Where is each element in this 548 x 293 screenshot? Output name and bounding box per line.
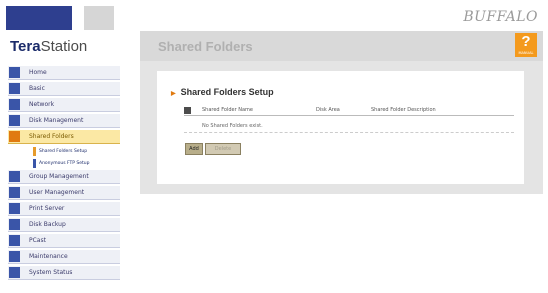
sidebar-item-group-management[interactable]: Group Management — [8, 170, 120, 184]
section-title: ▶ Shared Folders Setup — [171, 87, 274, 97]
help-icon: ? — [521, 33, 531, 50]
table-header: Shared Folder Name Disk Area Shared Fold… — [184, 105, 514, 116]
maintenance-icon — [9, 251, 20, 262]
sidebar-item-label: System Status — [29, 269, 73, 276]
sidebar-item-home[interactable]: Home — [8, 66, 120, 80]
sidebar-item-user-management[interactable]: User Management — [8, 186, 120, 200]
sidebar-subitem-label: Shared Folders Setup — [39, 148, 88, 154]
add-button[interactable]: Add — [185, 143, 203, 155]
help-label: MANUAL — [518, 51, 534, 55]
column-header-name: Shared Folder Name — [202, 107, 253, 113]
sidebar-item-label: Print Server — [29, 205, 65, 212]
sidebar-item-basic[interactable]: Basic — [8, 82, 120, 96]
help-button[interactable]: ? MANUAL — [515, 33, 537, 57]
home-icon — [9, 67, 20, 78]
sidebar-subitem-shared-folders-setup[interactable]: Shared Folders Setup — [33, 146, 120, 156]
disk-icon — [9, 115, 20, 126]
group-icon — [9, 171, 20, 182]
sidebar-item-label: Maintenance — [29, 253, 68, 260]
subitem-marker — [33, 146, 36, 156]
sidebar-item-label: Shared Folders — [29, 133, 74, 140]
logo-graphic — [6, 6, 114, 30]
logo: TeraStation — [10, 38, 87, 55]
brand-logo: BUFFALO — [463, 9, 538, 25]
sidebar-item-label: Disk Management — [29, 117, 84, 124]
section-title-text: Shared Folders Setup — [180, 87, 274, 97]
column-header-disk-area: Disk Area — [316, 107, 340, 113]
logo-bold: Tera — [10, 38, 41, 55]
sidebar-item-print-server[interactable]: Print Server — [8, 202, 120, 216]
sidebar-subitem-anonymous-ftp-setup[interactable]: Anonymous FTP Setup — [33, 158, 120, 168]
title-bar: Shared Folders ? MANUAL — [140, 31, 543, 61]
sidebar-item-label: PCast — [29, 237, 46, 244]
page-title: Shared Folders — [158, 39, 253, 54]
sidebar-item-label: Network — [29, 101, 55, 108]
printer-icon — [9, 203, 20, 214]
sidebar-item-disk-management[interactable]: Disk Management — [8, 114, 120, 128]
delete-button[interactable]: Delete — [205, 143, 241, 155]
sidebar-item-label: User Management — [29, 189, 85, 196]
empty-message: No Shared Folders exist. — [202, 123, 263, 129]
sidebar-item-system-status[interactable]: System Status — [8, 266, 120, 280]
backup-icon — [9, 219, 20, 230]
network-icon — [9, 99, 20, 110]
sidebar-item-shared-folders[interactable]: Shared Folders — [8, 130, 120, 144]
logo-square-gray — [84, 6, 114, 30]
select-all-checkbox[interactable] — [184, 106, 191, 114]
sidebar-item-disk-backup[interactable]: Disk Backup — [8, 218, 120, 232]
column-header-description: Shared Folder Description — [371, 107, 436, 113]
sidebar-item-network[interactable]: Network — [8, 98, 120, 112]
sidebar-subitem-label: Anonymous FTP Setup — [39, 160, 90, 166]
sidebar-item-label: Group Management — [29, 173, 89, 180]
folder-icon — [9, 131, 20, 142]
sidebar-item-label: Home — [29, 69, 47, 76]
sidebar: TeraStation Home Basic Network Disk Mana… — [0, 0, 123, 293]
user-icon — [9, 187, 20, 198]
triangle-icon: ▶ — [171, 91, 176, 97]
sidebar-item-label: Basic — [29, 85, 45, 92]
row-divider — [184, 132, 514, 133]
basic-icon — [9, 83, 20, 94]
status-icon — [9, 267, 20, 278]
sidebar-item-label: Disk Backup — [29, 221, 66, 228]
sidebar-item-pcast[interactable]: PCast — [8, 234, 120, 248]
sidebar-nav: Home Basic Network Disk Management Share… — [8, 66, 120, 282]
pcast-icon — [9, 235, 20, 246]
sidebar-item-maintenance[interactable]: Maintenance — [8, 250, 120, 264]
subitem-marker — [33, 158, 36, 168]
logo-rest: Station — [40, 38, 88, 55]
shared-folders-panel: ▶ Shared Folders Setup Shared Folder Name… — [157, 71, 524, 184]
logo-square-blue — [6, 6, 72, 30]
